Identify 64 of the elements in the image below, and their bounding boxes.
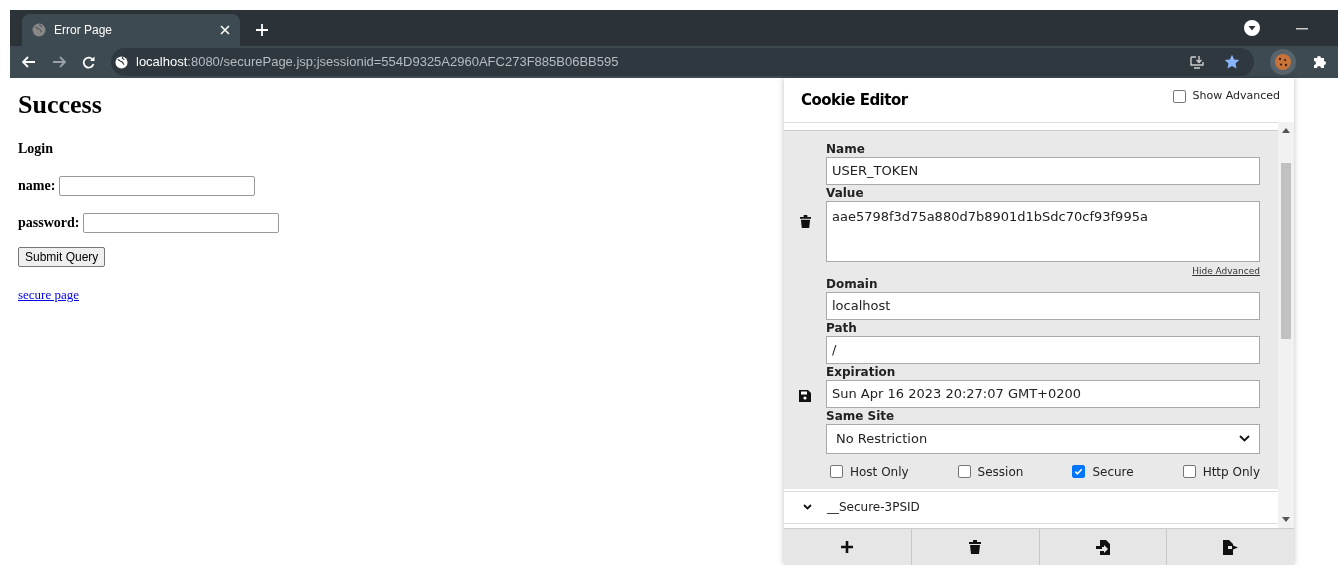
field-label: Domain bbox=[826, 275, 879, 292]
input-field[interactable]: / bbox=[826, 335, 1260, 364]
close-icon[interactable] bbox=[220, 25, 230, 35]
scrollbar-thumb[interactable] bbox=[1281, 163, 1291, 339]
value-textarea[interactable]: aae5798f3d75a880d7b8901d1bSdc70cf93f995a bbox=[826, 201, 1260, 262]
field-label: Path bbox=[826, 319, 858, 336]
file-import-icon bbox=[1095, 539, 1110, 555]
checkbox-label: Http Only bbox=[1202, 463, 1260, 481]
trash-icon[interactable] bbox=[799, 215, 811, 228]
puzzle-icon[interactable] bbox=[1312, 54, 1328, 70]
text-input[interactable] bbox=[83, 212, 280, 233]
url-text: localhost:8080/securePage.jsp;jsessionid=554D9325A2960AFC273F885B06BB595 bbox=[136, 53, 619, 72]
hide-advanced-link[interactable]: Hide Advanced bbox=[1192, 265, 1260, 279]
extension-button[interactable] bbox=[1270, 49, 1296, 75]
file-export-icon bbox=[1223, 539, 1239, 555]
secure-page-link[interactable]: secure page bbox=[18, 287, 79, 302]
login-heading: Login bbox=[18, 140, 53, 158]
checkbox[interactable] bbox=[1072, 465, 1086, 478]
scroll-up-icon[interactable] bbox=[1282, 128, 1290, 133]
cookie-icon bbox=[1274, 53, 1292, 71]
install-icon[interactable] bbox=[1190, 55, 1204, 69]
checkbox[interactable] bbox=[957, 465, 971, 478]
scrollbar[interactable] bbox=[1278, 122, 1294, 528]
globe-icon bbox=[115, 55, 128, 69]
chevron-down-icon bbox=[803, 504, 812, 510]
checkbox-label: Session bbox=[977, 463, 1024, 481]
plus-icon bbox=[840, 540, 855, 554]
cookie-name: __Secure-3PSID bbox=[827, 499, 920, 516]
chevron-down-icon bbox=[1239, 435, 1250, 442]
page-heading: Success bbox=[18, 90, 102, 120]
checkbox[interactable] bbox=[1173, 89, 1187, 103]
star-icon[interactable] bbox=[1224, 54, 1240, 70]
field-label: Value bbox=[826, 185, 865, 201]
back-arrow-icon[interactable] bbox=[22, 56, 36, 68]
input-field[interactable]: Sun Apr 16 2023 20:27:07 GMT+0200 bbox=[826, 379, 1260, 408]
checkbox-label: Host Only bbox=[850, 463, 909, 481]
checkbox-label: Show Advanced bbox=[1192, 87, 1280, 104]
profile-dropdown-icon[interactable] bbox=[1244, 20, 1260, 36]
save-icon[interactable] bbox=[799, 390, 811, 402]
globe-icon bbox=[32, 23, 46, 37]
address-bar[interactable]: localhost:8080/securePage.jsp;jsessionid=554D9325A2960AFC273F885B06BB595 bbox=[111, 48, 1254, 76]
cookie-row[interactable]: __Secure-3PSID bbox=[784, 490, 1278, 524]
checkbox[interactable] bbox=[1182, 465, 1196, 478]
tab-title: Error Page bbox=[54, 22, 114, 39]
forward-arrow-icon[interactable] bbox=[52, 56, 66, 68]
field-label: Name bbox=[826, 141, 866, 157]
same-site-select[interactable]: No Restriction bbox=[826, 423, 1260, 454]
field-label: Expiration bbox=[826, 363, 897, 380]
reload-icon[interactable] bbox=[82, 55, 95, 69]
field-label: password: bbox=[18, 214, 80, 232]
field-label: Same Site bbox=[826, 407, 896, 424]
checkbox[interactable] bbox=[830, 465, 843, 478]
browser-tab[interactable]: Error Page bbox=[22, 14, 240, 46]
input-field[interactable]: USER_TOKEN bbox=[826, 157, 1260, 185]
minimize-icon[interactable] bbox=[1296, 28, 1308, 30]
popup-title: Cookie Editor bbox=[801, 89, 909, 111]
input-field[interactable]: localhost bbox=[826, 291, 1260, 320]
trash-icon bbox=[969, 540, 982, 554]
field-label: name: bbox=[18, 177, 56, 195]
checkbox-label: Secure bbox=[1092, 463, 1134, 481]
submit-button[interactable]: Submit Query bbox=[18, 247, 106, 267]
new-tab-icon[interactable] bbox=[256, 24, 268, 36]
text-input[interactable] bbox=[59, 175, 256, 196]
scroll-down-icon[interactable] bbox=[1282, 517, 1290, 522]
